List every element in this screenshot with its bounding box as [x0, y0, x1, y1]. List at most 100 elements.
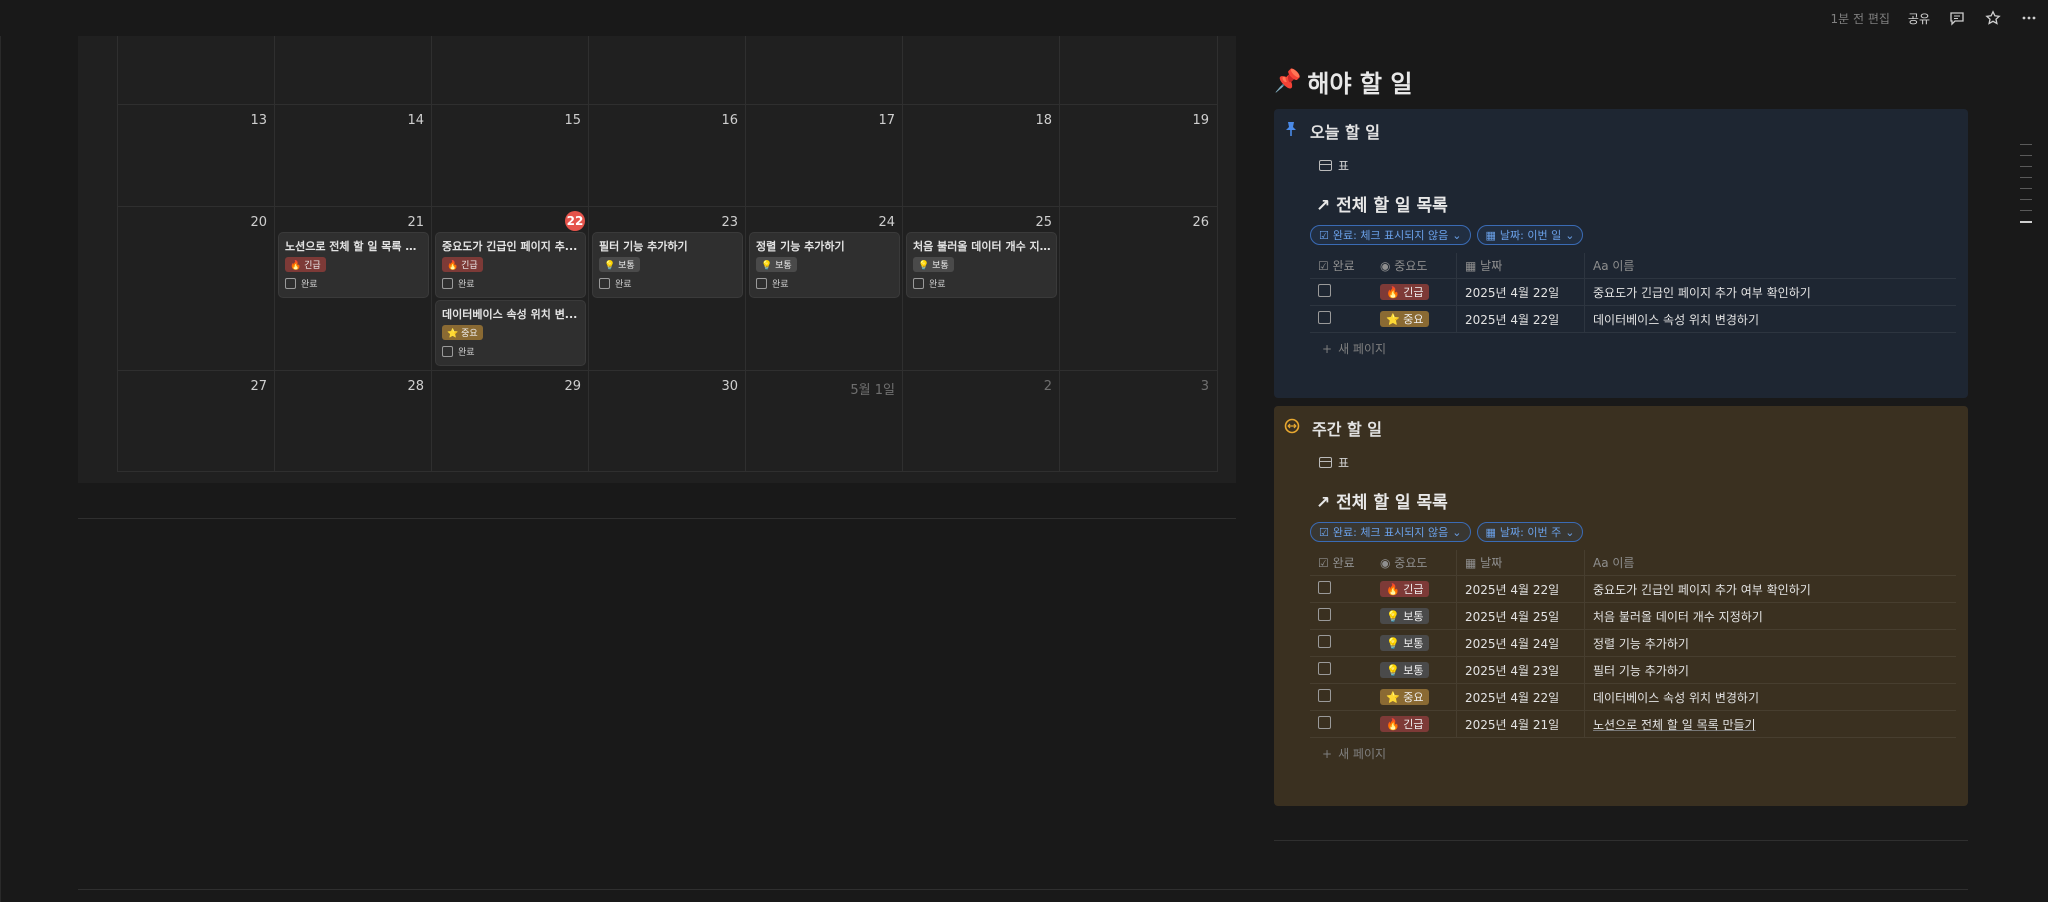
calendar-card[interactable]: 정렬 기능 추가하기 💡 보통 완료 — [750, 233, 899, 297]
calendar-card[interactable]: 노션으로 전체 할 일 목록 만... 🔥 긴급 완료 — [279, 233, 428, 297]
done-checkbox[interactable]: 완료 — [442, 345, 475, 358]
column-done[interactable]: ☑ 완료 — [1310, 257, 1374, 274]
calendar-day[interactable]: 25 처음 불러올 데이터 개수 지... 💡 보통 완료 — [902, 207, 1060, 370]
calendar-day[interactable]: 24 정렬 기능 추가하기 💡 보통 완료 — [745, 207, 903, 370]
done-checkbox[interactable]: 완료 — [285, 277, 318, 290]
filter-date[interactable]: ▦ 날짜: 이번 주 ⌄ — [1476, 522, 1584, 542]
name-cell[interactable]: 데이터베이스 속성 위치 변경하기 — [1584, 684, 1956, 710]
calendar-day[interactable]: 13 — [117, 105, 275, 206]
table-row[interactable]: 💡 보통 2025년 4월 23일 필터 기능 추가하기 — [1310, 657, 1956, 684]
view-tab-table[interactable]: 표 — [1319, 157, 1349, 174]
done-checkbox[interactable] — [1318, 284, 1331, 297]
calendar-day[interactable] — [588, 36, 746, 104]
calendar-day[interactable]: 22 중요도가 긴급인 페이지 추... 🔥 긴급 완료 데이터베이스 속성 위… — [431, 207, 589, 370]
table-row[interactable]: 💡 보통 2025년 4월 25일 처음 불러올 데이터 개수 지정하기 — [1310, 603, 1956, 630]
calendar-day[interactable]: 16 — [588, 105, 746, 206]
table-row[interactable]: 🔥 긴급 2025년 4월 21일 노션으로 전체 할 일 목록 만들기 — [1310, 711, 1956, 738]
table-row[interactable]: 🔥 긴급 2025년 4월 22일 중요도가 긴급인 페이지 추가 여부 확인하… — [1310, 279, 1956, 306]
toc-line[interactable] — [2020, 155, 2032, 156]
toc-line[interactable] — [2020, 177, 2032, 178]
calendar-day[interactable]: 2 — [902, 371, 1060, 471]
column-priority[interactable]: ◉ 중요도 — [1374, 554, 1456, 571]
table-row[interactable]: 🔥 긴급 2025년 4월 22일 중요도가 긴급인 페이지 추가 여부 확인하… — [1310, 576, 1956, 603]
done-checkbox[interactable] — [1318, 716, 1331, 729]
name-link[interactable]: 노션으로 전체 할 일 목록 만들기 — [1593, 716, 1756, 733]
column-date[interactable]: ▦ 날짜 — [1456, 550, 1584, 575]
toc-line[interactable] — [2020, 210, 2032, 211]
checkbox-icon[interactable] — [442, 278, 453, 289]
view-tab-table[interactable]: 표 — [1319, 454, 1349, 471]
checkbox-icon[interactable] — [599, 278, 610, 289]
table-row[interactable]: ⭐ 중요 2025년 4월 22일 데이터베이스 속성 위치 변경하기 — [1310, 684, 1956, 711]
name-cell[interactable]: 중요도가 긴급인 페이지 추가 여부 확인하기 — [1584, 279, 1956, 305]
done-checkbox[interactable] — [1318, 662, 1331, 675]
calendar-day[interactable] — [902, 36, 1060, 104]
share-button[interactable]: 공유 — [1908, 10, 1930, 27]
calendar-day[interactable]: 20 — [117, 207, 275, 370]
name-cell[interactable]: 필터 기능 추가하기 — [1584, 657, 1956, 683]
toc-line-active[interactable] — [2020, 221, 2032, 223]
calendar-day[interactable]: 14 — [274, 105, 432, 206]
calendar-day[interactable]: 3 — [1059, 371, 1218, 471]
name-cell[interactable]: 처음 불러올 데이터 개수 지정하기 — [1584, 603, 1956, 629]
calendar-day[interactable]: 18 — [902, 105, 1060, 206]
toc-line[interactable] — [2020, 166, 2032, 167]
calendar-card[interactable]: 데이터베이스 속성 위치 변... ⭐ 중요 완료 — [436, 301, 585, 365]
comment-icon[interactable] — [1948, 9, 1966, 27]
filter-done[interactable]: ☑ 완료: 체크 표시되지 않음 ⌄ — [1310, 225, 1471, 245]
calendar-day[interactable]: 26 — [1059, 207, 1218, 370]
checkbox-icon[interactable] — [285, 278, 296, 289]
name-cell[interactable]: 중요도가 긴급인 페이지 추가 여부 확인하기 — [1584, 576, 1956, 602]
calendar-card[interactable]: 중요도가 긴급인 페이지 추... 🔥 긴급 완료 — [436, 233, 585, 297]
name-cell[interactable]: 정렬 기능 추가하기 — [1584, 630, 1956, 656]
done-checkbox[interactable] — [1318, 635, 1331, 648]
new-page-button[interactable]: + 새 페이지 — [1322, 745, 1386, 762]
calendar-day[interactable] — [274, 36, 432, 104]
name-cell[interactable]: 노션으로 전체 할 일 목록 만들기 — [1584, 711, 1956, 737]
done-checkbox[interactable]: 완료 — [442, 277, 475, 290]
done-checkbox[interactable]: 완료 — [913, 277, 946, 290]
column-name[interactable]: Aa 이름 — [1584, 253, 1956, 278]
done-checkbox[interactable] — [1318, 689, 1331, 702]
column-priority[interactable]: ◉ 중요도 — [1374, 257, 1456, 274]
toc-line[interactable] — [2020, 188, 2032, 189]
calendar-day[interactable]: 30 — [588, 371, 746, 471]
calendar-day[interactable]: 28 — [274, 371, 432, 471]
calendar-day[interactable]: 29 — [431, 371, 589, 471]
calendar-day[interactable]: 5월 1일 — [745, 371, 903, 471]
calendar-day[interactable]: 23 필터 기능 추가하기 💡 보통 완료 — [588, 207, 746, 370]
calendar-day[interactable] — [745, 36, 903, 104]
done-checkbox[interactable]: 완료 — [599, 277, 632, 290]
calendar-day[interactable] — [431, 36, 589, 104]
calendar-day[interactable]: 21 노션으로 전체 할 일 목록 만... 🔥 긴급 완료 — [274, 207, 432, 370]
column-done[interactable]: ☑ 완료 — [1310, 554, 1374, 571]
filter-date[interactable]: ▦ 날짜: 이번 일 ⌄ — [1476, 225, 1584, 245]
column-name[interactable]: Aa 이름 — [1584, 550, 1956, 575]
calendar-day[interactable]: 17 — [745, 105, 903, 206]
toc-line[interactable] — [2020, 144, 2032, 145]
checkbox-icon[interactable] — [442, 346, 453, 357]
table-row[interactable]: 💡 보통 2025년 4월 24일 정렬 기능 추가하기 — [1310, 630, 1956, 657]
calendar-card[interactable]: 처음 불러올 데이터 개수 지... 💡 보통 완료 — [907, 233, 1056, 297]
done-checkbox[interactable]: 완료 — [756, 277, 789, 290]
done-checkbox[interactable] — [1318, 608, 1331, 621]
checkbox-icon[interactable] — [756, 278, 767, 289]
calendar-card[interactable]: 필터 기능 추가하기 💡 보통 완료 — [593, 233, 742, 297]
calendar-day[interactable]: 19 — [1059, 105, 1218, 206]
done-checkbox[interactable] — [1318, 311, 1331, 324]
table-row[interactable]: ⭐ 중요 2025년 4월 22일 데이터베이스 속성 위치 변경하기 — [1310, 306, 1956, 333]
calendar-day[interactable]: 15 — [431, 105, 589, 206]
checkbox-icon[interactable] — [913, 278, 924, 289]
toc-line[interactable] — [2020, 199, 2032, 200]
filter-done[interactable]: ☑ 완료: 체크 표시되지 않음 ⌄ — [1310, 522, 1471, 542]
more-icon[interactable] — [2020, 9, 2038, 27]
column-date[interactable]: ▦ 날짜 — [1456, 253, 1584, 278]
done-checkbox[interactable] — [1318, 581, 1331, 594]
calendar-day[interactable]: 27 — [117, 371, 275, 471]
linked-db-title[interactable]: ↗ 전체 할 일 목록 — [1316, 488, 1448, 513]
table-of-contents[interactable] — [2020, 144, 2032, 233]
calendar-day[interactable] — [117, 36, 275, 104]
star-icon[interactable] — [1984, 9, 2002, 27]
new-page-button[interactable]: + 새 페이지 — [1322, 340, 1386, 357]
name-cell[interactable]: 데이터베이스 속성 위치 변경하기 — [1584, 306, 1956, 332]
